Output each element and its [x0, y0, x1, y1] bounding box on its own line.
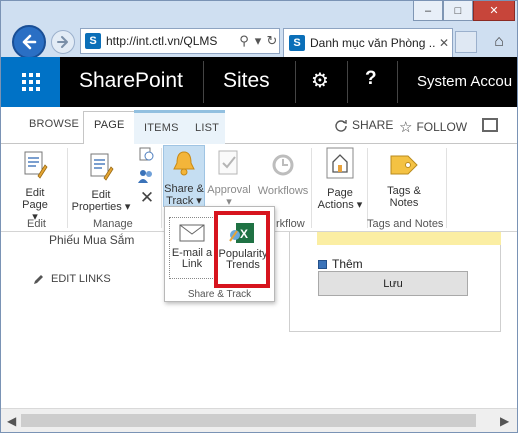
tags-notes-label-2: Notes [389, 197, 419, 209]
suite-divider [347, 61, 348, 103]
list-tools-context: ITEMS LIST [134, 110, 225, 144]
tag-icon [390, 155, 418, 175]
approval-label: Approval [207, 184, 251, 196]
maximize-button[interactable]: □ [443, 1, 473, 21]
scrollbar-thumb[interactable] [21, 414, 476, 427]
tags-notes-button[interactable]: Tags & Notes [379, 152, 429, 209]
suite-divider [295, 61, 296, 103]
tags-notes-label: Tags & [387, 185, 421, 197]
them-label: Thêm [332, 257, 363, 271]
group-separator [311, 148, 312, 228]
help-icon[interactable]: ? [365, 68, 377, 90]
star-icon: ☆ [399, 119, 413, 136]
save-button[interactable]: Lưu [318, 271, 468, 296]
share-icon [335, 120, 347, 132]
group-label-manage: Manage [93, 218, 133, 230]
tab-items[interactable]: ITEMS [144, 122, 179, 134]
back-arrow-icon [22, 34, 37, 50]
group-separator [446, 148, 447, 228]
suite-divider [203, 61, 204, 103]
email-link-button[interactable]: E-mail a Link [169, 217, 215, 279]
status-bar-yellow [317, 232, 501, 245]
group-separator [161, 148, 162, 228]
gear-icon[interactable]: ⚙ [311, 68, 329, 93]
workflows-label: Workflows [257, 185, 309, 197]
shared-with-icon[interactable] [138, 168, 154, 187]
suite-divider [397, 61, 398, 103]
page-actions-label: Page [327, 187, 353, 199]
edit-page-icon [24, 151, 48, 179]
flyout-group-label: Share & Track [187, 289, 252, 300]
sites-link[interactable]: Sites [223, 69, 270, 93]
browser-window: – □ ✕ S http://int.ctl.vn/QLMS ⚲ ▾ ↻ S D… [0, 0, 518, 433]
tab-browse[interactable]: BROWSE [29, 118, 79, 130]
focus-on-content-icon[interactable] [482, 118, 498, 132]
group-separator [67, 148, 68, 228]
edit-links-label: EDIT LINKS [51, 273, 111, 285]
refresh-icon[interactable]: ↻ [265, 33, 279, 49]
edit-links-button[interactable]: EDIT LINKS [33, 273, 111, 285]
edit-properties-label-2: Properties ▾ [71, 201, 131, 213]
tab-close-icon[interactable]: ✕ [436, 36, 452, 50]
approval-button[interactable]: Approval ▾ [206, 149, 252, 208]
share-track-label: Share & [164, 183, 204, 195]
new-tab-button[interactable] [455, 31, 477, 53]
scroll-right-icon[interactable]: ▶ [500, 414, 509, 428]
dropdown-icon[interactable]: ▾ [251, 33, 265, 49]
email-link-label-2: Link [181, 258, 203, 270]
quick-launch-title[interactable]: Phiếu Mua Sắm [49, 233, 134, 247]
edit-properties-button[interactable]: Edit Properties ▾ [71, 152, 131, 213]
forward-button[interactable] [51, 30, 75, 54]
edit-page-button[interactable]: Edit Page ▾ [12, 150, 58, 223]
group-separator [367, 148, 368, 228]
app-launcher-icon[interactable] [1, 57, 60, 107]
scroll-left-icon[interactable]: ◀ [7, 414, 16, 428]
envelope-icon [179, 224, 205, 242]
approval-icon [218, 150, 238, 175]
account-menu[interactable]: System Accou [417, 73, 512, 90]
address-bar[interactable]: S http://int.ctl.vn/QLMS ⚲ ▾ ↻ [80, 28, 280, 54]
version-history-icon[interactable] [138, 146, 154, 165]
tab-list[interactable]: LIST [195, 122, 219, 134]
forward-arrow-icon [57, 36, 68, 48]
tab-title: Danh mục văn Phòng ... [310, 36, 436, 50]
delete-page-icon[interactable]: ✕ [139, 189, 155, 206]
window-controls: – □ ✕ [413, 1, 515, 21]
workflows-icon [272, 154, 294, 176]
edit-page-label: Edit Page [22, 187, 48, 211]
browser-chrome: – □ ✕ S http://int.ctl.vn/QLMS ⚲ ▾ ↻ S D… [1, 1, 517, 59]
page-actions-button[interactable]: Page Actions ▾ [315, 146, 365, 211]
share-label: SHARE [352, 118, 394, 132]
sharepoint-favicon-icon: S [85, 33, 101, 49]
highlight-box [214, 211, 270, 288]
sharepoint-favicon-icon: S [289, 35, 305, 51]
pencil-icon [34, 275, 43, 284]
group-label-edit: Edit [27, 218, 46, 230]
sharepoint-brand[interactable]: SharePoint [79, 69, 183, 93]
expand-icon [318, 259, 327, 269]
minimize-button[interactable]: – [413, 1, 443, 21]
follow-label: FOLLOW [416, 120, 468, 134]
horizontal-scrollbar[interactable]: ◀ ▶ [1, 408, 517, 432]
search-icon[interactable]: ⚲ [237, 33, 251, 49]
group-label-workflow: rkflow [276, 218, 305, 230]
tab-page[interactable]: PAGE [83, 111, 136, 145]
share-track-button[interactable]: Share & Track ▾ [163, 145, 205, 207]
close-window-button[interactable]: ✕ [473, 1, 515, 21]
edit-properties-icon [90, 153, 114, 181]
suite-bar: SharePoint Sites ⚙ ? System Accou [1, 57, 517, 107]
follow-link[interactable]: ☆ FOLLOW [399, 118, 467, 136]
address-url: http://int.ctl.vn/QLMS [106, 34, 218, 48]
page-actions-icon [326, 147, 354, 179]
browser-tab[interactable]: S Danh mục văn Phòng ... ✕ [283, 28, 453, 57]
edit-properties-label: Edit [91, 189, 111, 201]
share-link[interactable]: SHARE [334, 118, 393, 132]
page-actions-label-2: Actions ▾ [317, 199, 363, 211]
workflows-button[interactable]: Workflows [255, 152, 311, 197]
back-button[interactable] [12, 25, 46, 59]
bell-icon [173, 151, 195, 176]
home-icon[interactable]: ⌂ [488, 31, 510, 53]
them-expander[interactable]: Thêm [318, 257, 363, 271]
group-label-tags-notes: Tags and Notes [367, 218, 444, 230]
